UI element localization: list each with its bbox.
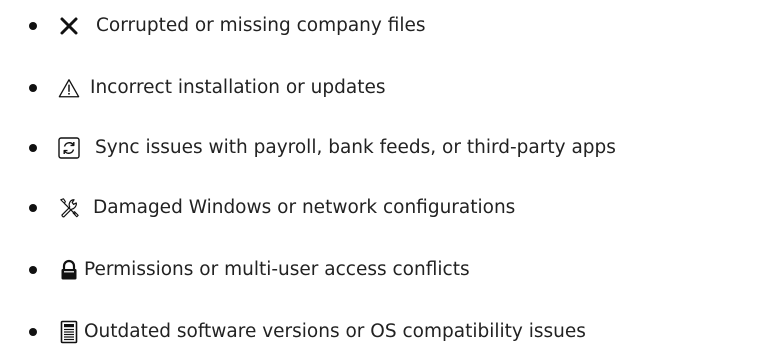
bullet	[29, 22, 37, 30]
bullet	[29, 266, 37, 274]
list-item: Outdated software versions or OS compati…	[0, 312, 767, 352]
sync-icon	[58, 136, 80, 160]
list-item-label: Permissions or multi-user access conflic…	[84, 259, 470, 280]
list-item-label: Outdated software versions or OS compati…	[84, 321, 586, 342]
document-icon	[58, 320, 80, 344]
list-item: Sync issues with payroll, bank feeds, or…	[0, 128, 767, 168]
tools-icon	[58, 196, 80, 220]
bullet	[29, 204, 37, 212]
list-item: Incorrect installation or updates	[0, 68, 560, 108]
warning-icon	[58, 76, 80, 100]
list-item: Damaged Windows or network configuration…	[0, 188, 560, 228]
bullet	[29, 328, 37, 336]
list-item-label: Corrupted or missing company files	[96, 15, 426, 36]
list-item: Corrupted or missing company files	[0, 6, 560, 46]
bullet	[29, 144, 37, 152]
cross-mark-icon	[58, 14, 80, 38]
issue-list: Corrupted or missing company files Incor…	[0, 0, 767, 361]
list-item-label: Sync issues with payroll, bank feeds, or…	[95, 137, 616, 158]
list-item-label: Damaged Windows or network configuration…	[93, 197, 516, 218]
list-item-label: Incorrect installation or updates	[90, 77, 386, 98]
lock-icon	[58, 258, 80, 282]
list-item: Permissions or multi-user access conflic…	[0, 250, 560, 290]
bullet	[29, 84, 37, 92]
